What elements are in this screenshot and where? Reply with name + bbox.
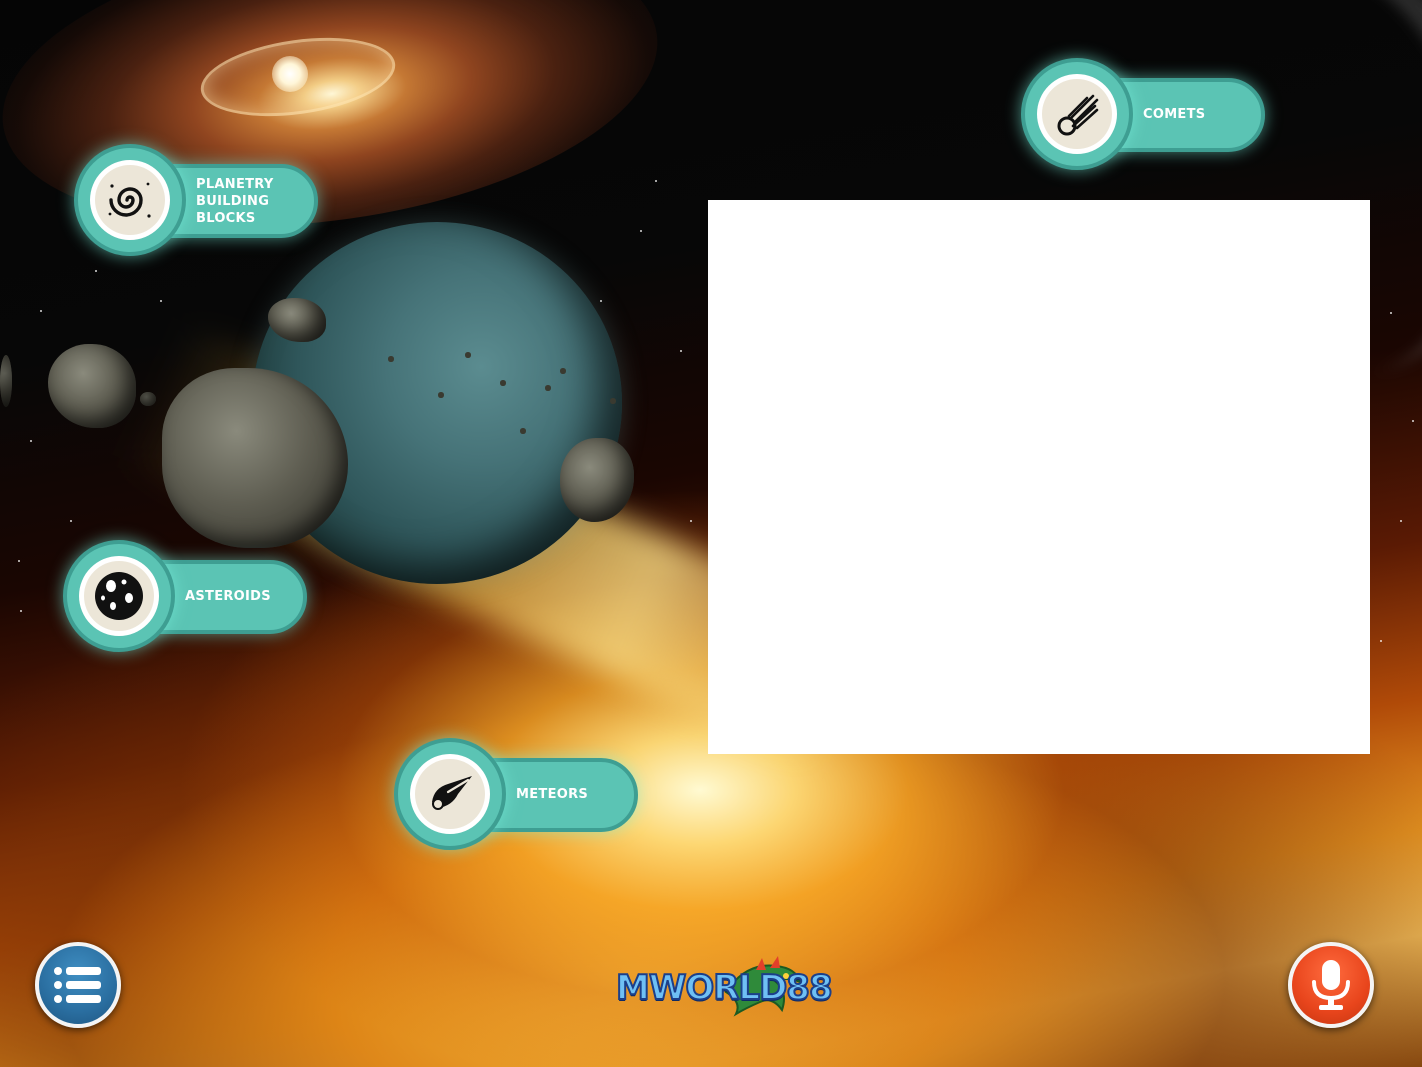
menu-button[interactable] [35,942,121,1028]
pebble [520,428,526,434]
star [1380,640,1382,642]
pebble [610,398,616,404]
star [1412,420,1414,422]
pebble [560,368,566,374]
star [30,440,32,442]
star [690,520,692,522]
topic-icon-button[interactable] [74,144,186,256]
topic-planetary-building-blocks[interactable]: PLANETRY BUILDING BLOCKS [74,144,320,262]
spiral-galaxy-icon [108,182,151,218]
asteroid-rock [0,355,12,407]
star [655,180,657,182]
pebble [500,380,506,386]
star [20,610,22,612]
topic-label: ASTEROIDS [185,589,271,604]
star [18,560,20,562]
topic-label: COMETS [1143,107,1206,122]
topic-icon-button[interactable] [1021,58,1133,170]
topic-comets[interactable]: COMETS [1021,58,1267,176]
pebble [545,385,551,391]
asteroid-rock [48,344,136,428]
star [680,350,682,352]
list-menu-icon [54,967,101,1003]
meteor-icon [432,776,472,810]
microphone-button[interactable] [1288,942,1374,1028]
star [70,520,72,522]
galaxy-core [272,56,308,92]
topic-meteors[interactable]: METEORS [394,738,640,856]
topic-icon-button[interactable] [394,738,506,850]
topic-asteroids[interactable]: ASTEROIDS [63,540,309,658]
pebble [438,392,444,398]
asteroid-rock [140,392,156,406]
pebble [388,356,394,362]
comet-icon [1057,94,1099,136]
pebble [465,352,471,358]
content-panel [708,200,1370,754]
star [160,300,162,302]
brand-logo: MWORLD88 [615,952,834,1022]
microphone-icon [1312,960,1350,1010]
star [1400,520,1402,522]
logo-text: MWORLD88 [615,967,834,1009]
topic-label: METEORS [516,787,589,802]
star [640,230,642,232]
star [40,310,42,312]
asteroid-icon [95,572,143,620]
asteroid-rock [560,438,634,522]
star [95,270,97,272]
star [600,300,602,302]
star [1390,312,1392,314]
topic-icon-button[interactable] [63,540,175,652]
topic-label: PLANETRY BUILDING BLOCKS [196,177,274,226]
